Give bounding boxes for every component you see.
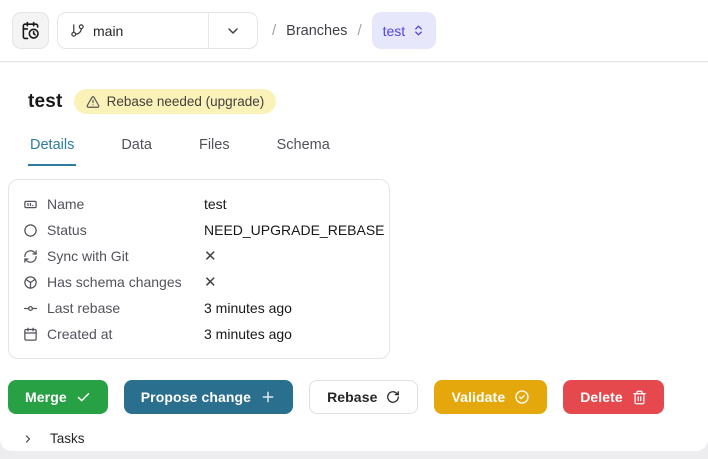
title-row: test Rebase needed (upgrade) (0, 62, 708, 114)
tab-details[interactable]: Details (28, 137, 77, 166)
detail-label: Name (47, 196, 85, 212)
detail-value: 3 minutes ago (204, 300, 292, 316)
delete-label: Delete (580, 389, 623, 405)
warning-triangle-icon (86, 95, 100, 109)
chevrons-up-down-icon (412, 24, 425, 37)
trash-icon (632, 390, 647, 405)
detail-label: Last rebase (47, 300, 121, 316)
detail-row-status: Status NEED_UPGRADE_REBASE (9, 217, 389, 243)
detail-value: test (204, 196, 227, 212)
rebase-label: Rebase (327, 389, 378, 405)
history-calendar-button[interactable] (12, 12, 49, 49)
validate-button[interactable]: Validate (434, 380, 548, 414)
validate-label: Validate (451, 389, 506, 405)
delete-button[interactable]: Delete (563, 380, 664, 414)
sync-icon (23, 248, 39, 264)
merge-button[interactable]: Merge (8, 380, 108, 414)
check-icon (76, 390, 91, 405)
detail-label: Sync with Git (47, 248, 129, 264)
detail-row-has-schema-changes: Has schema changes ✕ (9, 269, 389, 295)
propose-change-button[interactable]: Propose change (123, 380, 294, 414)
breadcrumb-branches[interactable]: Branches (286, 23, 347, 39)
plus-icon (260, 389, 276, 405)
merge-label: Merge (25, 389, 67, 405)
current-branch-label: test (382, 22, 406, 39)
detail-row-last-rebase: Last rebase 3 minutes ago (9, 295, 389, 321)
details-card: Name test Status NEED_UPGRADE_REBASE Syn… (8, 179, 390, 359)
rebase-button[interactable]: Rebase (309, 380, 419, 414)
tab-data[interactable]: Data (119, 137, 154, 166)
breadcrumb-current-branch-selector[interactable]: test (371, 12, 437, 49)
refresh-icon (386, 390, 400, 404)
detail-label: Status (47, 222, 87, 238)
calendar-icon (23, 326, 39, 342)
git-branch-icon (70, 23, 85, 38)
shield-check-icon (514, 389, 530, 405)
id-card-icon (23, 196, 39, 212)
tab-files[interactable]: Files (197, 137, 232, 166)
detail-value: 3 minutes ago (204, 326, 292, 342)
branch-selector-dropdown[interactable]: main (57, 12, 258, 49)
branch-selector-value: main (93, 22, 124, 39)
chevron-down-icon (208, 13, 257, 48)
breadcrumb-separator: / (272, 22, 277, 39)
propose-change-label: Propose change (140, 389, 252, 405)
tasks-label: Tasks (50, 431, 85, 446)
calendar-clock-icon (21, 21, 40, 40)
tasks-toggle[interactable]: Tasks (22, 431, 708, 446)
tab-bar: Details Data Files Schema (28, 137, 708, 166)
detail-row-name: Name test (9, 191, 389, 217)
chevron-right-icon (22, 433, 34, 445)
badge-label: Rebase needed (upgrade) (106, 94, 265, 109)
page-title: test (28, 90, 63, 112)
page: main / Branches / test test Rebase neede… (0, 0, 708, 459)
schema-sphere-icon (23, 274, 39, 290)
cross-mark: ✕ (204, 274, 217, 291)
tab-schema[interactable]: Schema (275, 137, 332, 166)
branch-details-panel: test Rebase needed (upgrade) Details Dat… (0, 62, 708, 451)
cross-mark: ✕ (204, 248, 217, 265)
topbar: main / Branches / test (0, 0, 708, 62)
git-commit-icon (23, 300, 39, 316)
action-buttons: Merge Propose change Rebase Validate Del… (8, 380, 708, 414)
detail-row-sync-with-git: Sync with Git ✕ (9, 243, 389, 269)
detail-label: Created at (47, 326, 113, 342)
detail-value: NEED_UPGRADE_REBASE (204, 222, 385, 238)
breadcrumb-separator: / (357, 22, 362, 39)
circle-icon (23, 222, 39, 238)
detail-label: Has schema changes (47, 274, 182, 290)
rebase-needed-badge: Rebase needed (upgrade) (73, 89, 277, 114)
detail-row-created-at: Created at 3 minutes ago (9, 321, 389, 347)
